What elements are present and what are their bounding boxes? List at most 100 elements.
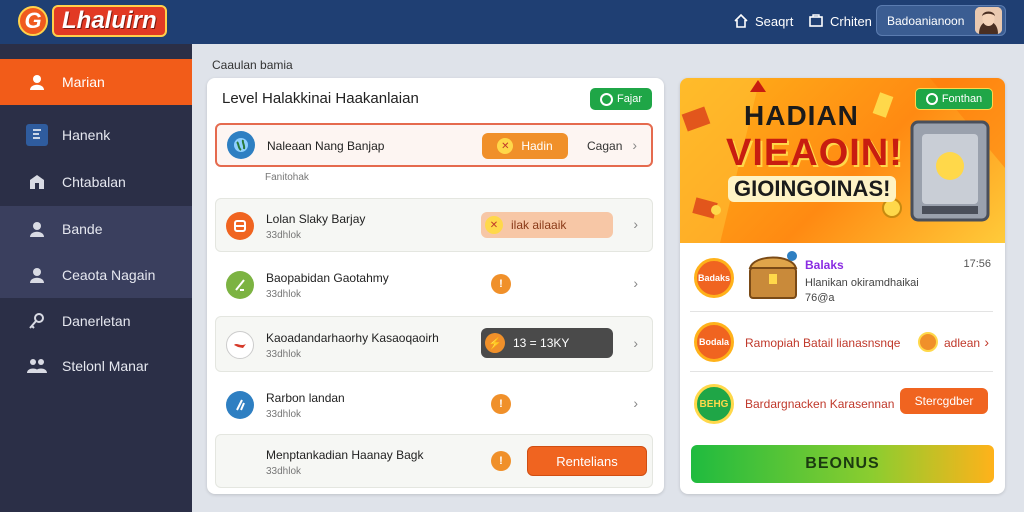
sidebar-item-label: Chtabalan (62, 174, 126, 190)
promo-desc-2: 76@a (805, 292, 835, 304)
promo-desc: Hlanikan okiramdhaikai (805, 277, 919, 289)
app-logo[interactable]: G Lhaluirn (18, 4, 167, 38)
chevron-right-icon: › (633, 216, 638, 232)
chevron-right-icon: › (984, 334, 989, 350)
list-item[interactable]: Menptankadian Haanay Bagk 33dhlok ! Rent… (215, 434, 653, 488)
row-name: Menptankadian Haanay Bagk (266, 448, 424, 462)
rentelians-button[interactable]: Rentelians (527, 446, 647, 476)
pen-icon (226, 391, 254, 419)
list-item[interactable]: Naleaan Nang Banjap ✕ Hadin Cagan › (215, 123, 653, 167)
check-circle-icon (925, 93, 938, 105)
home-icon (733, 13, 749, 29)
sidebar-item-label: Marian (62, 74, 105, 90)
leaf-icon (226, 271, 254, 299)
level-card: Level Halakkinai Haakanlaian Fajar Nalea… (207, 78, 664, 494)
chevron-right-icon: › (633, 275, 638, 291)
search-link[interactable]: Seaqrt (733, 10, 793, 32)
cart-link[interactable]: Crhiten (808, 10, 872, 32)
row-side-label: Cagan (587, 139, 623, 153)
key-icon (26, 310, 48, 332)
user-menu[interactable]: Badoanianoon (876, 5, 1006, 36)
sidebar-item-hanenk[interactable]: Hanenk (0, 112, 192, 158)
promo-title: Ramopiah Batail lianasnsnqe (745, 336, 901, 350)
promo-time: 17:56 (963, 258, 991, 270)
sidebar-item-ceaota-nagain[interactable]: Ceaota Nagain (0, 252, 192, 298)
globe-icon (227, 131, 255, 159)
person-icon (26, 218, 48, 240)
sidebar-item-label: Ceaota Nagain (62, 267, 156, 283)
user-icon (26, 71, 48, 93)
top-bar: G Lhaluirn Seaqrt Crhiten Badoanianoon (0, 0, 1024, 44)
list-item[interactable]: Kaoadandarhaorhy Kasaoqaoirh 33dhlok ⚡ 1… (215, 316, 653, 372)
promo-item[interactable]: Badaks Balaks Hlanikan okiramdhaikai 76@… (690, 244, 993, 312)
promo-banner[interactable]: HADIAN VIEAOIN! GIOINGOINAS! Fonthan (680, 78, 1005, 243)
check-circle-icon (599, 92, 613, 106)
promo-card: HADIAN VIEAOIN! GIOINGOINAS! Fonthan Bad… (680, 78, 1005, 494)
promo-badge: Badaks (694, 258, 734, 298)
star-icon: ✕ (497, 138, 514, 154)
row-sub: Fanitohak (265, 172, 309, 183)
sidebar: Marian Hanenk Chtabalan Bande Ceaota Nag… (0, 44, 192, 512)
row-sub: 33dhlok (266, 466, 302, 477)
badge-icon (226, 212, 254, 240)
sidebar-item-bande[interactable]: Bande (0, 206, 192, 252)
document-icon (26, 124, 48, 146)
search-label: Seaqrt (755, 13, 794, 29)
logo-text: Lhaluirn (52, 5, 167, 37)
promo-item[interactable]: BEHG Bardargnacken Karasennan Stercgdber (690, 374, 993, 434)
treasure-chest-icon (748, 251, 798, 299)
sidebar-item-label: Danerletan (62, 313, 131, 329)
group-icon (26, 355, 48, 377)
promo-link[interactable]: adlean (944, 336, 980, 350)
chevron-right-icon: › (633, 395, 638, 411)
sidebar-item-danerletan[interactable]: Danerletan (0, 298, 192, 344)
bolt-icon: ⚡ (485, 333, 505, 353)
banner-title-2: VIEAOIN! (726, 132, 903, 174)
user-name: Badoanianoon (887, 13, 965, 28)
sidebar-item-marian[interactable]: Marian (0, 59, 192, 105)
row-sub: 33dhlok (266, 409, 302, 420)
sidebar-item-label: Stelonl Manar (62, 358, 149, 374)
banner-title-1: HADIAN (744, 100, 859, 131)
banner-pill-label: Fonthan (941, 93, 983, 105)
status-button[interactable]: Fajar (590, 88, 652, 110)
reward-label: Hadin (521, 139, 553, 153)
logo-mark: G (18, 6, 48, 36)
coin-icon: ! (491, 274, 511, 294)
person-icon (26, 264, 48, 286)
list-item[interactable]: Rarbon landan 33dhlok ! › (215, 376, 653, 432)
timer-label: 13 = 13KY (513, 336, 570, 350)
breadcrumb: Caaulan bamia (212, 58, 293, 72)
sidebar-item-chtabalan[interactable]: Chtabalan (0, 159, 192, 205)
coin-icon: ! (491, 451, 511, 471)
coin-icon: ! (491, 394, 511, 414)
row-name: Lolan Slaky Barjay (266, 212, 366, 226)
cart-icon (808, 13, 824, 29)
sidebar-item-stelonl-manar[interactable]: Stelonl Manar (0, 343, 192, 389)
row-name: Baopabidan Gaotahmy (266, 271, 389, 285)
promo-badge: Bodala (694, 322, 734, 362)
banner-pill-button[interactable]: Fonthan (915, 88, 993, 110)
row-sub: 33dhlok (266, 349, 302, 360)
row-name: Naleaan Nang Banjap (267, 139, 385, 153)
coin-icon (918, 332, 938, 352)
bonus-button[interactable]: BEONUS (691, 445, 994, 483)
card-title: Level Halakkinai Haakanlaian (222, 90, 419, 107)
row-sub: 33dhlok (266, 289, 302, 300)
stercgdber-button[interactable]: Stercgdber (900, 388, 988, 414)
promo-item[interactable]: Bodala Ramopiah Batail lianasnsnqe adlea… (690, 314, 993, 372)
list-item[interactable]: Lolan Slaky Barjay 33dhlok ✕ ilak ailaai… (215, 198, 653, 252)
row-name: Rarbon landan (266, 391, 345, 405)
avatar (975, 7, 1002, 34)
shop-icon (26, 171, 48, 193)
timer-pill[interactable]: ⚡ 13 = 13KY (481, 328, 613, 358)
list-item[interactable]: Baopabidan Gaotahmy 33dhlok ! › (215, 256, 653, 312)
sidebar-item-label: Bande (62, 221, 103, 237)
map-icon (226, 331, 254, 359)
promo-title: Bardargnacken Karasennan (745, 397, 895, 411)
reward-pill[interactable]: ✕ Hadin (482, 133, 568, 159)
row-name: Kaoadandarhaorhy Kasaoqaoirh (266, 331, 439, 345)
cart-label: Crhiten (830, 13, 872, 29)
reward-pill[interactable]: ✕ ilak ailaaik (481, 212, 613, 238)
promo-title: Balaks (805, 258, 844, 272)
